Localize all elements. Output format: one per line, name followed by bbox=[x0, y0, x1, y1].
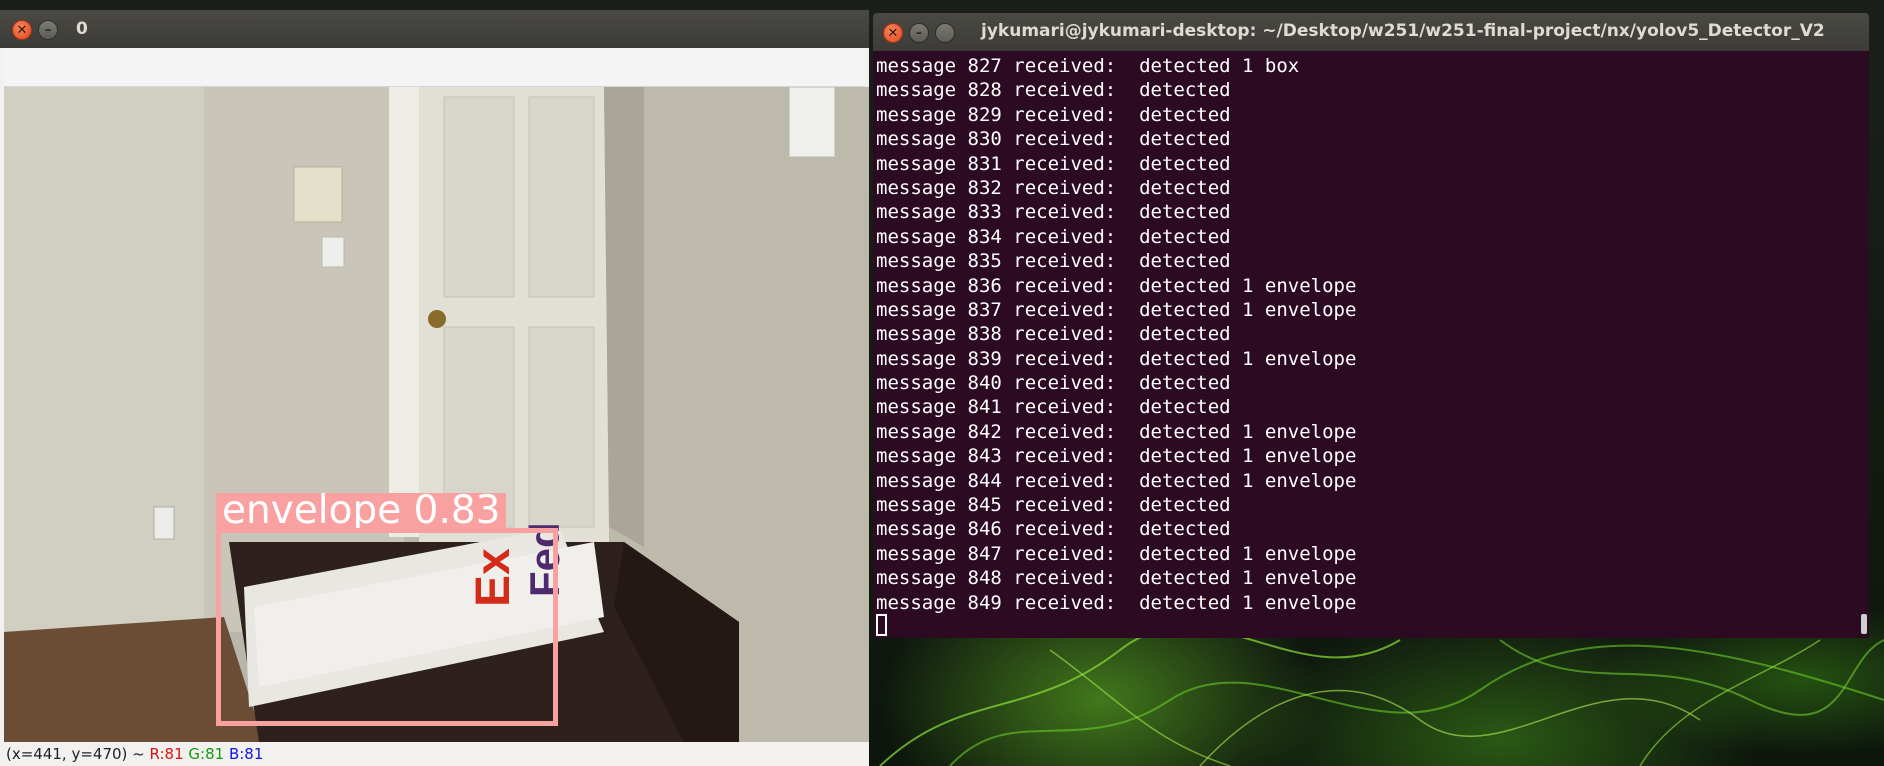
terminal-line: message 844 received: detected 1 envelop… bbox=[876, 469, 1357, 492]
terminal-line: message 835 received: detected bbox=[876, 250, 1231, 273]
terminal-line: message 831 received: detected bbox=[876, 152, 1231, 175]
terminal-line: message 830 received: detected bbox=[876, 128, 1231, 151]
terminal-line: message 836 received: detected 1 envelop… bbox=[876, 274, 1357, 297]
viewer-titlebar[interactable]: ✕ – 0 bbox=[0, 10, 869, 48]
terminal-line: message 832 received: detected bbox=[876, 176, 1231, 199]
terminal-line: message 839 received: detected 1 envelop… bbox=[876, 347, 1357, 370]
terminal-scrollbar[interactable] bbox=[1861, 614, 1867, 634]
terminal-lines: message 827 received: detected 1 box mess… bbox=[876, 54, 1356, 615]
terminal-window: ✕ – jykumari@jykumari-desktop: ~/Desktop… bbox=[873, 13, 1869, 638]
terminal-line: message 838 received: detected bbox=[876, 323, 1231, 346]
detection-bounding-box bbox=[216, 528, 558, 726]
terminal-line: message 828 received: detected bbox=[876, 79, 1231, 102]
close-icon[interactable]: ✕ bbox=[883, 23, 903, 43]
blue-value: B:81 bbox=[228, 745, 264, 763]
detection-label: envelope 0.83 bbox=[216, 491, 507, 530]
terminal-line: message 841 received: detected bbox=[876, 396, 1231, 419]
terminal-output[interactable]: message 827 received: detected 1 box mess… bbox=[873, 51, 1869, 638]
terminal-line: message 846 received: detected bbox=[876, 518, 1231, 541]
maximize-icon[interactable] bbox=[935, 23, 955, 43]
terminal-title: jykumari@jykumari-desktop: ~/Desktop/w25… bbox=[981, 21, 1825, 41]
minimize-icon[interactable]: – bbox=[38, 20, 58, 40]
cursor-coordinates: (x=441, y=470) ~ bbox=[6, 745, 145, 763]
terminal-line: message 840 received: detected bbox=[876, 372, 1231, 395]
minimize-icon[interactable]: – bbox=[909, 23, 929, 43]
terminal-line: message 843 received: detected 1 envelop… bbox=[876, 445, 1357, 468]
terminal-line: message 849 received: detected 1 envelop… bbox=[876, 591, 1357, 614]
camera-frame: Ex Fed envelope 0.83 bbox=[4, 87, 869, 742]
green-value: G:81 bbox=[188, 745, 225, 763]
terminal-line: message 827 received: detected 1 box bbox=[876, 55, 1300, 77]
image-viewer-window: ✕ – 0 Ex Fed envelope 0.83 (x=441, y=470… bbox=[0, 10, 869, 766]
terminal-line: message 842 received: detected 1 envelop… bbox=[876, 420, 1357, 443]
terminal-line: message 848 received: detected 1 envelop… bbox=[876, 567, 1357, 590]
terminal-titlebar[interactable]: ✕ – jykumari@jykumari-desktop: ~/Desktop… bbox=[873, 13, 1869, 51]
pixel-status-bar: (x=441, y=470) ~ R:81 G:81 B:81 bbox=[0, 742, 869, 766]
terminal-line: message 845 received: detected bbox=[876, 494, 1231, 517]
terminal-line: message 837 received: detected 1 envelop… bbox=[876, 298, 1357, 321]
red-value: R:81 bbox=[149, 745, 184, 763]
window-title: 0 bbox=[76, 19, 88, 39]
text-cursor bbox=[876, 614, 887, 636]
viewer-toolbar bbox=[4, 48, 865, 87]
terminal-line: message 834 received: detected bbox=[876, 225, 1231, 248]
terminal-line: message 833 received: detected bbox=[876, 201, 1231, 224]
close-icon[interactable]: ✕ bbox=[12, 20, 32, 40]
terminal-line: message 847 received: detected 1 envelop… bbox=[876, 542, 1357, 565]
terminal-line: message 829 received: detected bbox=[876, 103, 1231, 126]
